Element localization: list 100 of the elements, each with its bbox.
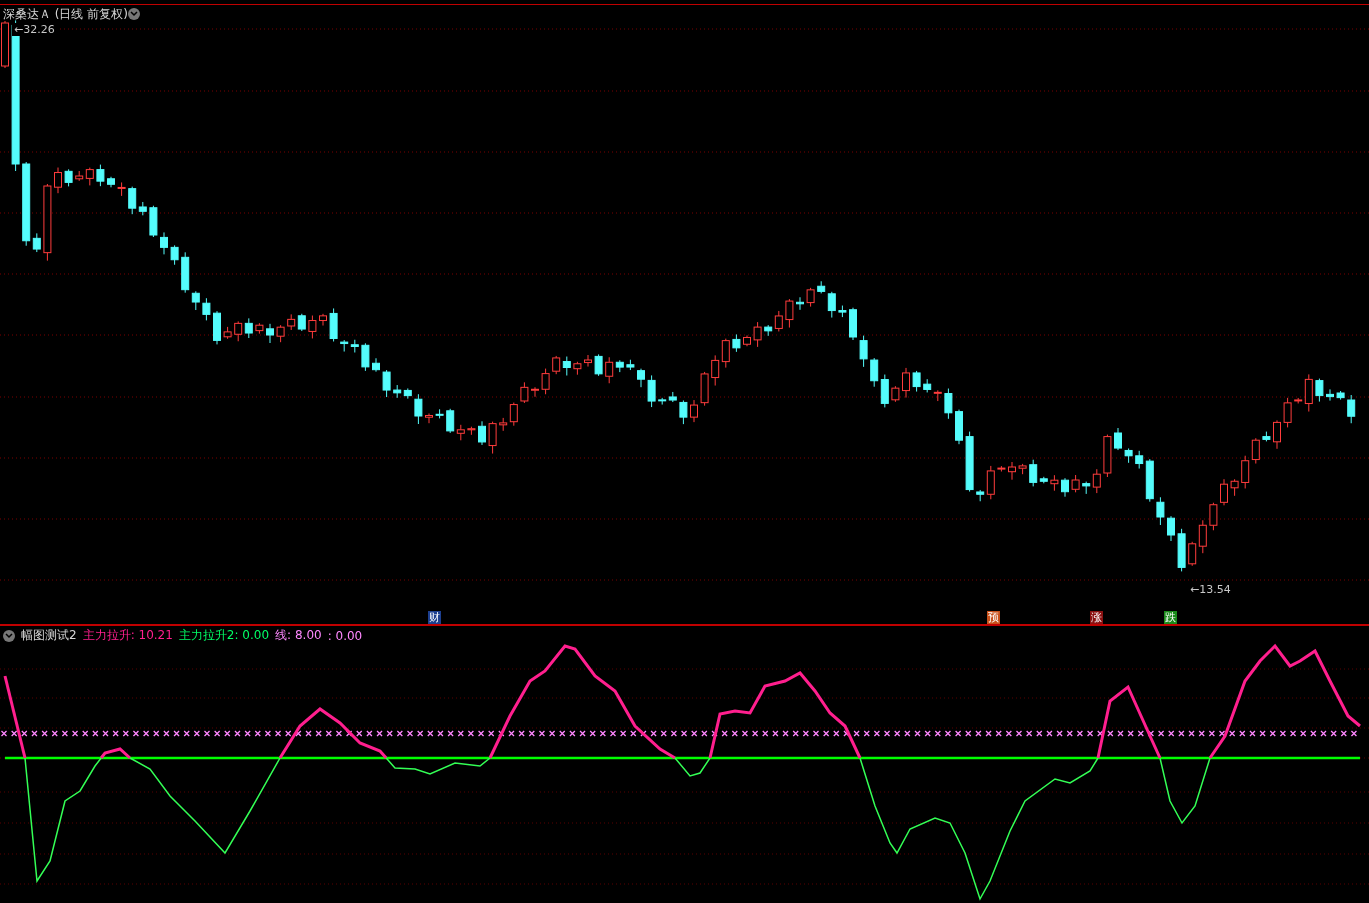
candlestick xyxy=(965,431,974,493)
candlestick xyxy=(1230,478,1239,497)
chart-title: 深桑达Ａ (日线 前复权) xyxy=(3,6,128,23)
candlestick xyxy=(541,368,550,395)
candlestick xyxy=(584,354,592,368)
candlestick xyxy=(1273,419,1281,450)
event-tag[interactable]: 跌 xyxy=(1164,611,1177,624)
candlestick xyxy=(1198,519,1207,554)
candlestick xyxy=(1018,463,1027,475)
candlestick xyxy=(1326,388,1334,402)
candlestick xyxy=(859,335,868,368)
candlestick xyxy=(1347,394,1356,424)
candlestick xyxy=(1114,427,1122,451)
candlestick xyxy=(276,324,285,343)
candlestick xyxy=(107,176,115,188)
candlestick xyxy=(255,322,264,335)
candlestick xyxy=(1103,434,1112,478)
high-price-label: ←32.26 xyxy=(12,23,57,36)
candlestick xyxy=(467,426,476,436)
candlestick xyxy=(849,307,857,341)
candlestick xyxy=(944,388,953,420)
chevron-down-icon[interactable] xyxy=(3,629,15,642)
candlestick xyxy=(711,354,720,387)
candlestick xyxy=(308,315,317,339)
candlestick xyxy=(425,413,433,424)
candlestick xyxy=(732,333,741,353)
event-tag[interactable]: 涨 xyxy=(1090,611,1103,624)
candlestick xyxy=(435,408,444,419)
candlestick xyxy=(170,244,179,266)
candlestick xyxy=(350,339,359,353)
candlestick xyxy=(1167,515,1175,542)
indicator-name: 幅图测试2 xyxy=(21,627,77,644)
candlestick xyxy=(329,307,338,342)
candlestick xyxy=(160,231,168,255)
candlestick xyxy=(382,369,391,398)
candlestick xyxy=(1177,528,1186,572)
candlestick xyxy=(594,353,603,377)
candlestick xyxy=(1209,502,1218,531)
candlestick xyxy=(54,167,62,194)
indicator-value: 主力拉升2: 0.00 xyxy=(178,627,270,644)
chevron-down-icon[interactable] xyxy=(128,8,140,20)
candlestick xyxy=(319,313,327,326)
candlestick xyxy=(997,465,1006,472)
candlestick xyxy=(266,323,274,344)
candlestick xyxy=(912,370,921,393)
candlestick xyxy=(1124,447,1133,464)
candlestick xyxy=(1008,461,1016,481)
candlestick xyxy=(488,421,497,455)
low-price-label: ←13.54 xyxy=(1188,583,1233,596)
candlestick xyxy=(393,384,402,399)
candlestick xyxy=(1283,397,1292,428)
indicator-value: 线: 8.00 xyxy=(275,627,322,644)
candlestick xyxy=(902,367,910,399)
candlestick xyxy=(721,338,730,369)
candlestick xyxy=(668,391,677,403)
candlestick xyxy=(223,326,232,340)
candlestick xyxy=(234,320,243,342)
candlestick xyxy=(647,374,656,408)
candlestick xyxy=(1251,437,1260,465)
candlestick xyxy=(96,164,105,187)
candlestick xyxy=(287,313,296,331)
candlestick xyxy=(149,205,158,238)
candlestick xyxy=(1156,496,1165,526)
candlestick xyxy=(64,168,73,187)
candlestick xyxy=(573,361,582,376)
indicator-value: 主力拉升: 10.21 xyxy=(82,627,173,644)
candlestick xyxy=(1220,478,1228,506)
candlestick xyxy=(117,181,126,197)
event-tag[interactable]: 财 xyxy=(428,611,441,624)
candlestick xyxy=(1050,474,1059,492)
event-tag[interactable]: 预 xyxy=(987,611,1000,624)
candlestick xyxy=(1262,431,1271,442)
candlestick xyxy=(743,335,751,347)
candlestick xyxy=(690,399,698,423)
candlestick xyxy=(1188,541,1197,567)
indicator-value: : 0.00 xyxy=(327,628,363,643)
candlestick xyxy=(933,389,942,402)
candlestick xyxy=(880,374,889,408)
candlestick xyxy=(637,368,645,388)
candlestick xyxy=(1241,455,1250,489)
candlestick xyxy=(520,381,529,404)
candlestick xyxy=(679,399,688,425)
candlestick xyxy=(1315,378,1324,403)
candlestick xyxy=(1061,477,1069,498)
candlestick xyxy=(372,357,380,373)
candlestick xyxy=(700,371,709,407)
candlestick xyxy=(626,359,635,371)
candlestick xyxy=(213,310,221,345)
candlestick xyxy=(658,397,667,406)
candlestick xyxy=(562,356,571,376)
candlestick xyxy=(955,409,963,445)
candlestick xyxy=(785,298,794,329)
candlestick xyxy=(1336,390,1345,401)
candlestick xyxy=(531,386,539,398)
candlestick xyxy=(796,296,804,311)
candlestick xyxy=(361,342,370,372)
candlestick xyxy=(753,321,762,348)
candlestick xyxy=(340,339,349,353)
candlestick xyxy=(838,305,847,318)
candlestick xyxy=(1071,474,1080,493)
